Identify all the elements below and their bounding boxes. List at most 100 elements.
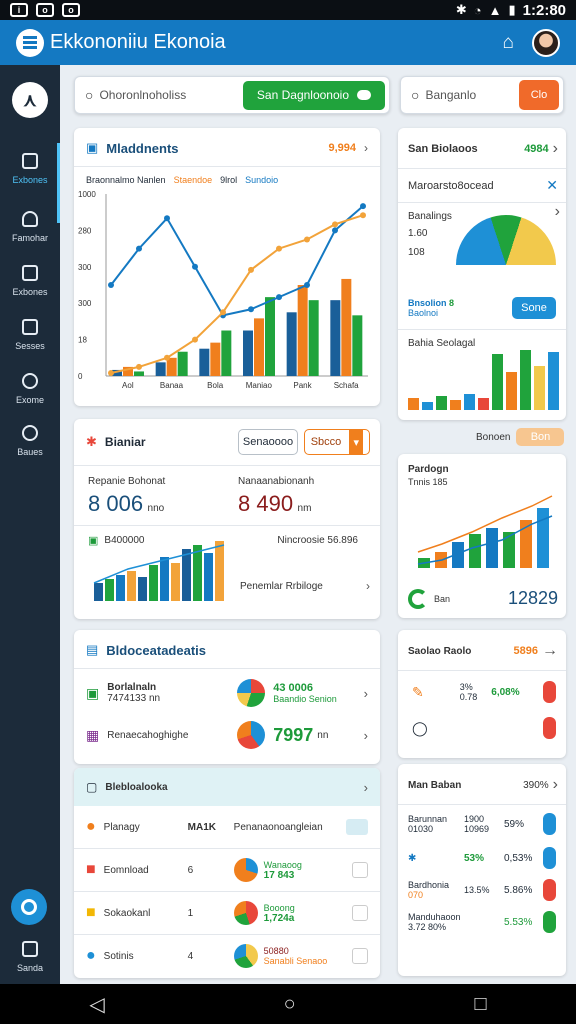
folder-icon: ▤ [86, 642, 99, 657]
sidebar-item-exome[interactable]: Exome [0, 373, 60, 405]
row-label: Manduhaoon [408, 912, 461, 922]
pencil-icon: ✎ [412, 683, 424, 700]
card-title: Mladdnents [106, 140, 179, 156]
bar [221, 330, 232, 376]
chevron-right-icon[interactable]: › [553, 776, 558, 794]
right-card-2: Pardogn Tnnis 185 Ban 12829 [398, 454, 566, 618]
battery-icon: ▮ [508, 2, 516, 17]
right-bar [436, 396, 447, 410]
checkbox[interactable] [352, 905, 368, 921]
right-bar [478, 398, 489, 410]
recents-icon[interactable]: □ [474, 993, 486, 1016]
chevron-right-icon: › [363, 727, 368, 743]
chevron-right-icon[interactable]: › [364, 141, 368, 155]
list-item[interactable]: ▣ Borlalnaln 7474133 nn 43 0006 Baandio … [74, 669, 380, 707]
expand-icon[interactable] [346, 819, 368, 835]
table-card: ▢ Blebloalooka › ● Planagy MA1K Penanaon… [74, 768, 380, 978]
right-card-4: Man Baban 390% › Barunnan 01030 1900 109… [398, 764, 566, 976]
chevron-right-icon[interactable]: › [555, 203, 560, 221]
database-icon [22, 373, 38, 389]
sidebar-item-sesses[interactable]: Sesses [0, 319, 60, 351]
toggle-blue[interactable] [543, 847, 556, 869]
mini-bar [204, 553, 213, 601]
sidebar-fab-button[interactable] [11, 889, 47, 925]
mini-bar [116, 575, 125, 601]
budget-link[interactable]: Penemlar Rrbiloge › [240, 579, 370, 593]
main-chart-card: ▣ Mladdnents 9,994 › Braonnalmo Nanlen S… [74, 128, 380, 406]
table-cell: 17 843 [263, 869, 295, 881]
sidebar-item-baues[interactable]: Baues [0, 425, 60, 457]
x-tick-label: Pank [293, 381, 312, 390]
line-point [136, 363, 142, 370]
search-button[interactable]: San Dagnloonoio [242, 80, 385, 110]
table-row[interactable]: ● Planagy MA1K Penanaonoangleian [74, 806, 380, 848]
home-nav-icon[interactable]: ○ [284, 993, 296, 1016]
square-icon: ■ [86, 904, 96, 921]
toggle-red[interactable] [543, 681, 556, 703]
table-cell: Planagy [103, 821, 140, 833]
arrow-right-icon[interactable]: → [542, 642, 558, 660]
avatar[interactable] [532, 28, 560, 57]
table-header[interactable]: ▢ Blebloalooka › [74, 768, 380, 806]
status-bar: i o o ✱ ◔ ▲ ▮ 1:2:80 [0, 0, 576, 20]
legend-item: Staendoe [173, 175, 213, 185]
donut-icon [237, 721, 266, 749]
budget-button-1[interactable]: Senaoooo [238, 429, 298, 455]
sidebar-item-exbones-2[interactable]: Exbones [0, 265, 60, 297]
checkbox[interactable] [352, 948, 368, 964]
search-button-2[interactable]: Clo [519, 80, 559, 110]
checkbox[interactable] [352, 862, 368, 878]
table-row[interactable]: ● Sotinis 4 50880 Sanabli Senaoo [74, 935, 380, 977]
search-input-2[interactable]: Banganlo [425, 88, 476, 102]
mini-bar [138, 577, 147, 601]
tag-button[interactable]: Bon [516, 428, 565, 446]
home-icon[interactable]: ⌂ [503, 32, 514, 54]
circle-icon [21, 899, 37, 915]
stat: 3% [459, 682, 473, 692]
card-title: Pardogn [408, 464, 449, 475]
right-bar-2 [469, 534, 481, 568]
toggle-blue[interactable] [543, 813, 556, 835]
table-cell: 1 [187, 907, 194, 919]
close-icon[interactable]: ✕ [546, 177, 558, 194]
card-value: 4984 [524, 143, 549, 155]
sidebar-item-sanda[interactable]: Sanda [0, 941, 60, 973]
bell-icon [22, 211, 38, 227]
right-bar [534, 366, 545, 410]
chevron-right-icon[interactable]: › [553, 140, 558, 158]
back-icon[interactable]: ◁ [89, 992, 104, 1017]
gauge-button[interactable]: Sone [512, 297, 556, 319]
sidebar-logo-icon[interactable]: ⋏ [12, 82, 48, 118]
right-card-1: San Biolaoos 4984 › Maroarsto8ocead ✕ Ba… [398, 128, 566, 420]
right-bar [492, 354, 503, 410]
budget-dropdown[interactable]: Sbcco ▾ [304, 429, 370, 455]
table-row[interactable]: ■ Sokaokanl 1 Booong 1,724a [74, 892, 380, 934]
bar [155, 362, 166, 376]
budget-title: Bianiar [104, 435, 146, 449]
donut-icon [233, 944, 258, 968]
x-tick-label: Aol [122, 381, 134, 390]
line-point [248, 306, 254, 313]
sidebar-item-famohar[interactable]: Famohar [0, 211, 60, 243]
table-row[interactable]: ■ Eomnload 6 Wanaoog 17 843 [74, 849, 380, 891]
bar [286, 312, 297, 376]
box-icon: ▢ [86, 780, 98, 794]
toggle-green[interactable] [543, 911, 556, 933]
toggle-red[interactable] [543, 879, 556, 901]
list-item-title: Renaecahoghighe [107, 729, 189, 741]
right-bar [408, 398, 419, 410]
card-title: Saolao Raolo [408, 645, 472, 657]
sidebar-item-exbones[interactable]: Exbones [0, 143, 60, 223]
toggle-red[interactable] [543, 717, 556, 739]
app-bar: Ekkononiiu Ekonoia ⌂ [0, 20, 576, 65]
search-bar-2: ○ Banganlo Clo [400, 76, 564, 114]
list-item[interactable]: ▦ Renaecahoghighe 7997 nn › [74, 707, 380, 749]
kpi-value: 8 490 [238, 491, 294, 516]
card-sub: Tnnis 185 [408, 477, 448, 487]
table-cell: MA1K [187, 821, 217, 833]
card-value: 390% [523, 779, 549, 791]
image-icon [22, 265, 38, 281]
search-input[interactable]: Ohoronlnoholiss [99, 88, 186, 102]
row-pct: 0,53% [504, 852, 533, 864]
y-tick-label: 280 [78, 226, 92, 235]
